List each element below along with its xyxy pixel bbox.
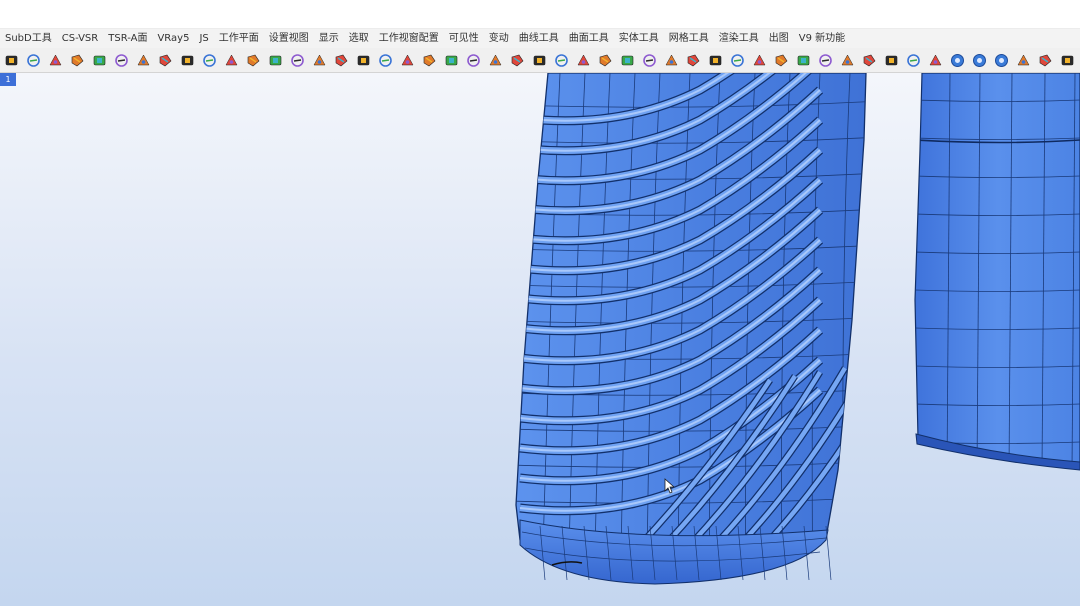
plane-icon[interactable] [399, 52, 416, 69]
block-icon[interactable] [927, 52, 944, 69]
edit-icon[interactable] [245, 52, 262, 69]
title-strip [0, 0, 1080, 29]
pipe-icon[interactable] [575, 52, 592, 69]
tree-icon[interactable] [641, 52, 658, 69]
gradient-icon[interactable] [135, 52, 152, 69]
menu-tab-3[interactable]: VRay5 [152, 29, 194, 48]
menu-tab-0[interactable]: SubD工具 [0, 29, 57, 48]
menu-tab-7[interactable]: 显示 [314, 29, 344, 48]
square-icon[interactable] [751, 52, 768, 69]
3d-model-view [515, 73, 1080, 585]
monitor-icon[interactable] [465, 52, 482, 69]
stair-icon[interactable] [619, 52, 636, 69]
menu-tab-17[interactable]: 出图 [764, 29, 794, 48]
target-icon[interactable] [267, 52, 284, 69]
node-icon[interactable] [861, 52, 878, 69]
menu-tab-5[interactable]: 工作平面 [214, 29, 264, 48]
main-model-body [515, 73, 867, 585]
pin-icon[interactable] [289, 52, 306, 69]
grid-icon[interactable] [1059, 52, 1076, 69]
perspective-viewport[interactable]: 1 [0, 73, 1080, 606]
cube-icon[interactable] [25, 52, 42, 69]
car-icon[interactable] [47, 52, 64, 69]
gear-blue-icon[interactable] [949, 52, 966, 69]
menu-tab-16[interactable]: 渲染工具 [714, 29, 764, 48]
menu-tab-4[interactable]: JS [194, 29, 213, 48]
diamond-icon[interactable] [421, 52, 438, 69]
menu-tab-1[interactable]: CS-VSR [57, 29, 104, 48]
twist-icon[interactable] [179, 52, 196, 69]
main-toolbar [0, 48, 1080, 73]
saddle-icon[interactable] [597, 52, 614, 69]
arc-icon[interactable] [883, 52, 900, 69]
flag-icon[interactable] [707, 52, 724, 69]
menu-tab-18[interactable]: V9 新功能 [794, 29, 850, 48]
rocket-icon[interactable] [685, 52, 702, 69]
menu-tab-14[interactable]: 实体工具 [614, 29, 664, 48]
menu-tab-10[interactable]: 可见性 [444, 29, 484, 48]
cylinder-icon[interactable] [355, 52, 372, 69]
menu-tab-8[interactable]: 选取 [344, 29, 374, 48]
checker-icon[interactable] [201, 52, 218, 69]
menu-tab-12[interactable]: 曲线工具 [514, 29, 564, 48]
cup-icon[interactable] [839, 52, 856, 69]
home-icon[interactable] [1015, 52, 1032, 69]
sphere-icon[interactable] [69, 52, 86, 69]
bend-icon[interactable] [531, 52, 548, 69]
dots-icon[interactable] [553, 52, 570, 69]
menu-tab-2[interactable]: TSR-A面 [103, 29, 152, 48]
box-icon[interactable] [3, 52, 20, 69]
menu-tab-13[interactable]: 曲面工具 [564, 29, 614, 48]
gumball-icon[interactable] [487, 52, 504, 69]
mouse-cursor-icon [664, 478, 674, 494]
view-icon[interactable] [509, 52, 526, 69]
curve-icon[interactable] [311, 52, 328, 69]
person-icon[interactable] [905, 52, 922, 69]
tag-icon[interactable] [817, 52, 834, 69]
dot-ring-icon[interactable] [663, 52, 680, 69]
scissors-icon[interactable] [113, 52, 130, 69]
frame-icon[interactable] [223, 52, 240, 69]
spiral-icon[interactable] [795, 52, 812, 69]
circle-icon[interactable] [729, 52, 746, 69]
gear-blue-icon[interactable] [971, 52, 988, 69]
toolbar-tab-bar: SubD工具 CS-VSR TSR-A面 VRay5 JS 工作平面 设置视图 显示 选取 工作视… [0, 29, 1080, 48]
gear-blue-icon[interactable] [993, 52, 1010, 69]
cloth-icon[interactable] [157, 52, 174, 69]
menu-tab-9[interactable]: 工作视窗配置 [374, 29, 444, 48]
menu-tab-11[interactable]: 变动 [484, 29, 514, 48]
move-icon[interactable] [333, 52, 350, 69]
right-model-body [914, 73, 1080, 471]
menu-tab-6[interactable]: 设置视图 [264, 29, 314, 48]
hexagon-icon[interactable] [443, 52, 460, 69]
menu-tab-15[interactable]: 网格工具 [664, 29, 714, 48]
window-icon[interactable] [1037, 52, 1054, 69]
cat-icon[interactable] [773, 52, 790, 69]
layers-icon[interactable] [377, 52, 394, 69]
texture-icon[interactable] [91, 52, 108, 69]
